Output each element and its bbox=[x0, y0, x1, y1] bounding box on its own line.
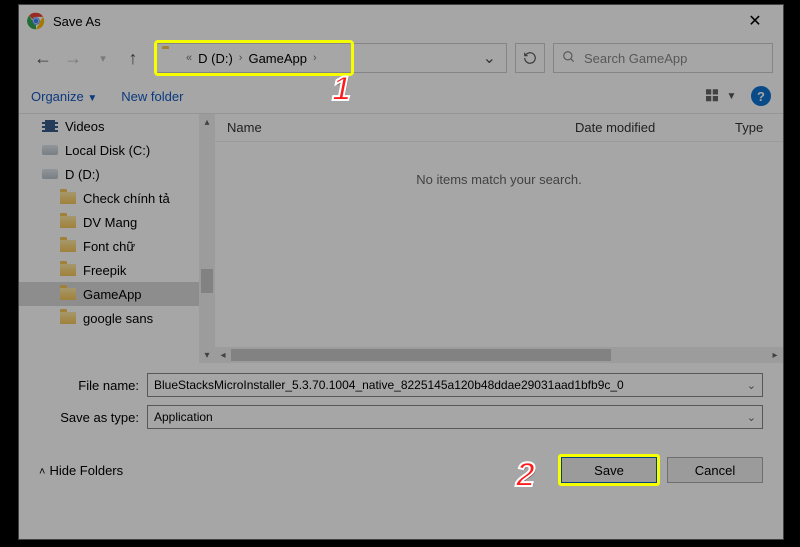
tree-item[interactable]: D (D:) bbox=[19, 162, 215, 186]
tree-item[interactable]: Freepik bbox=[19, 258, 215, 282]
file-list: Name Date modified Type No items match y… bbox=[215, 114, 783, 363]
video-icon bbox=[41, 118, 59, 134]
search-placeholder: Search GameApp bbox=[584, 51, 687, 66]
save-type-select[interactable]: Application ⌄ bbox=[147, 405, 763, 429]
scroll-down-icon[interactable]: ▾ bbox=[199, 347, 215, 363]
forward-button[interactable]: → bbox=[59, 44, 87, 72]
save-as-dialog: Save As ✕ ← → ▾ ↑ « D (D:) › GameApp › ⌄ bbox=[18, 4, 784, 540]
hscroll-thumb[interactable] bbox=[231, 349, 611, 361]
up-button[interactable]: ↑ bbox=[119, 44, 147, 72]
tree-item-label: Check chính tả bbox=[83, 191, 170, 206]
tree-item[interactable]: Local Disk (C:) bbox=[19, 138, 215, 162]
tree-item[interactable]: DV Mang bbox=[19, 210, 215, 234]
disk-icon bbox=[41, 166, 59, 182]
chevron-down-icon[interactable]: ⌄ bbox=[747, 411, 756, 424]
folder-icon bbox=[162, 49, 180, 67]
folder-icon bbox=[59, 286, 77, 302]
back-button[interactable]: ← bbox=[29, 44, 57, 72]
tree-item-label: Videos bbox=[65, 119, 105, 134]
tree-item[interactable]: Font chữ bbox=[19, 234, 215, 258]
hscrollbar[interactable]: ◂ ▸ bbox=[215, 347, 783, 363]
tree-item[interactable]: Videos bbox=[19, 114, 215, 138]
folder-icon bbox=[59, 310, 77, 326]
organize-menu[interactable]: Organize ▼ bbox=[31, 89, 97, 104]
save-type-label: Save as type: bbox=[39, 410, 139, 425]
col-date[interactable]: Date modified bbox=[563, 120, 723, 135]
callout-2: 2 bbox=[516, 456, 535, 495]
address-bar[interactable]: « D (D:) › GameApp › ⌄ bbox=[155, 43, 507, 73]
col-name[interactable]: Name bbox=[215, 120, 563, 135]
new-folder-button[interactable]: New folder bbox=[121, 89, 183, 104]
callout-1: 1 bbox=[332, 70, 351, 109]
tree-item-label: GameApp bbox=[83, 287, 142, 302]
file-name-label: File name: bbox=[39, 378, 139, 393]
tree-item-label: google sans bbox=[83, 311, 153, 326]
tree-item[interactable]: google sans bbox=[19, 306, 215, 330]
fields: File name: BlueStacksMicroInstaller_5.3.… bbox=[19, 363, 783, 441]
folder-icon bbox=[59, 238, 77, 254]
empty-state: No items match your search. bbox=[215, 172, 783, 187]
tree-item-label: Freepik bbox=[83, 263, 126, 278]
scroll-up-icon[interactable]: ▴ bbox=[199, 114, 215, 130]
folder-tree[interactable]: Videos Local Disk (C:) D (D:) Check chính t… bbox=[19, 114, 215, 363]
toolbar: Organize ▼ New folder ▼ ? bbox=[19, 79, 783, 113]
breadcrumb-seg-0[interactable]: D (D:) bbox=[196, 49, 235, 68]
scroll-thumb[interactable] bbox=[201, 269, 213, 293]
tree-item-label: DV Mang bbox=[83, 215, 137, 230]
breadcrumb-overflow[interactable]: « bbox=[186, 52, 192, 64]
search-icon bbox=[562, 50, 576, 67]
chevron-right-icon[interactable]: › bbox=[239, 52, 243, 64]
chevron-up-icon: ˄ bbox=[39, 466, 45, 478]
tree-scrollbar[interactable]: ▴ ▾ bbox=[199, 114, 215, 363]
nav-bar: ← → ▾ ↑ « D (D:) › GameApp › ⌄ Search Ga… bbox=[19, 37, 783, 79]
window-title: Save As bbox=[53, 14, 735, 29]
column-headers[interactable]: Name Date modified Type bbox=[215, 114, 783, 142]
tree-item[interactable]: GameApp bbox=[19, 282, 215, 306]
cancel-button[interactable]: Cancel bbox=[667, 457, 763, 483]
folder-icon bbox=[59, 190, 77, 206]
chrome-icon bbox=[27, 12, 45, 30]
chevron-down-icon[interactable]: ⌄ bbox=[747, 379, 756, 392]
chevron-right-icon[interactable]: › bbox=[313, 52, 317, 64]
main-area: Videos Local Disk (C:) D (D:) Check chính t… bbox=[19, 113, 783, 363]
folder-icon bbox=[59, 214, 77, 230]
address-dropdown[interactable]: ⌄ bbox=[473, 48, 506, 68]
scroll-left-icon[interactable]: ◂ bbox=[215, 347, 231, 363]
file-name-input[interactable]: BlueStacksMicroInstaller_5.3.70.1004_nat… bbox=[147, 373, 763, 397]
help-button[interactable]: ? bbox=[751, 86, 771, 106]
breadcrumb-seg-1[interactable]: GameApp bbox=[246, 49, 309, 68]
view-options-button[interactable]: ▼ bbox=[701, 89, 741, 103]
col-type[interactable]: Type bbox=[723, 120, 783, 135]
scroll-right-icon[interactable]: ▸ bbox=[767, 347, 783, 363]
titlebar: Save As ✕ bbox=[19, 5, 783, 37]
close-button[interactable]: ✕ bbox=[735, 7, 775, 35]
hide-folders-toggle[interactable]: ˄Hide Folders bbox=[39, 463, 123, 478]
tree-item[interactable]: Check chính tả bbox=[19, 186, 215, 210]
search-input[interactable]: Search GameApp bbox=[553, 43, 773, 73]
disk-icon bbox=[41, 142, 59, 158]
recent-dropdown[interactable]: ▾ bbox=[89, 44, 117, 72]
tree-item-label: Local Disk (C:) bbox=[65, 143, 150, 158]
refresh-button[interactable] bbox=[515, 43, 545, 73]
footer: ˄Hide Folders Save Cancel bbox=[19, 441, 783, 483]
folder-icon bbox=[59, 262, 77, 278]
tree-item-label: D (D:) bbox=[65, 167, 100, 182]
save-button[interactable]: Save bbox=[561, 457, 657, 483]
tree-item-label: Font chữ bbox=[83, 239, 135, 254]
